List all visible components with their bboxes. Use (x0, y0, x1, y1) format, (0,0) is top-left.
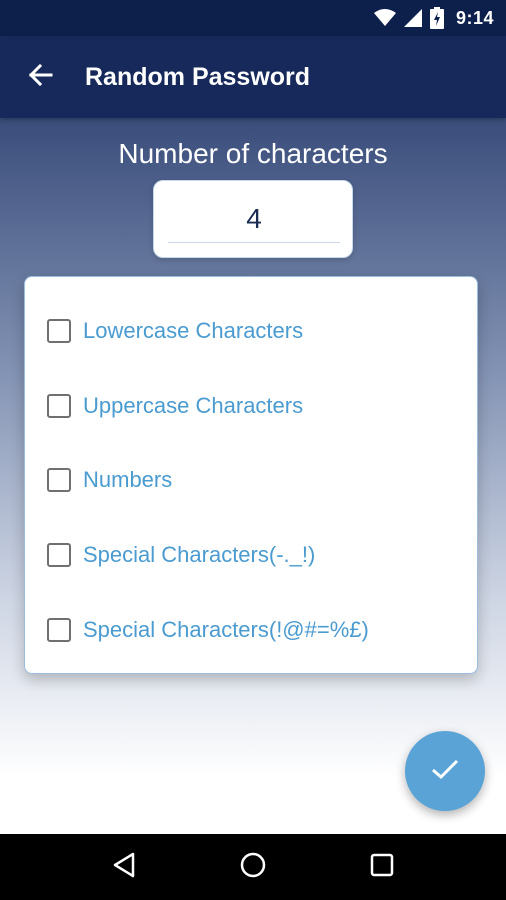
back-triangle-icon (112, 852, 136, 883)
confirm-fab-button[interactable] (405, 731, 485, 811)
special-extended-checkbox[interactable] (47, 618, 71, 642)
page-title: Random Password (85, 62, 311, 91)
nav-home-button[interactable] (223, 837, 283, 897)
battery-charging-icon (429, 7, 444, 29)
special-basic-checkbox[interactable] (47, 543, 71, 567)
wifi-icon (373, 9, 396, 27)
character-count-box (153, 180, 353, 258)
option-label: Lowercase Characters (83, 318, 304, 343)
status-time: 9:14 (455, 7, 494, 28)
uppercase-checkbox[interactable] (47, 394, 71, 418)
lowercase-checkbox[interactable] (47, 319, 71, 343)
option-special-basic[interactable]: Special Characters(-._!) (47, 533, 467, 577)
back-button[interactable] (0, 36, 80, 118)
option-uppercase[interactable]: Uppercase Characters (47, 384, 467, 428)
option-label: Numbers (83, 467, 173, 492)
option-label: Uppercase Characters (83, 393, 304, 418)
app-bar: Random Password (0, 36, 506, 118)
nav-back-button[interactable] (94, 837, 154, 897)
option-label: Special Characters(-._!) (83, 542, 316, 567)
check-icon (430, 757, 460, 786)
nav-recents-button[interactable] (352, 837, 412, 897)
status-bar: 9:14 (0, 0, 506, 36)
numbers-checkbox[interactable] (47, 468, 71, 492)
option-lowercase[interactable]: Lowercase Characters (47, 309, 467, 353)
system-nav-bar (0, 834, 506, 900)
cell-signal-icon (403, 9, 422, 27)
character-count-input[interactable] (168, 195, 340, 243)
options-card: Lowercase Characters Uppercase Character… (24, 276, 478, 674)
option-numbers[interactable]: Numbers (47, 458, 467, 502)
home-circle-icon (240, 852, 266, 883)
recents-square-icon (370, 853, 394, 882)
character-count-label: Number of characters (118, 138, 388, 169)
option-special-extended[interactable]: Special Characters(!@#=%£) (47, 608, 467, 652)
arrow-left-icon (27, 63, 53, 92)
main-content: Number of characters Lowercase Character… (0, 118, 506, 834)
option-label: Special Characters(!@#=%£) (83, 617, 369, 642)
